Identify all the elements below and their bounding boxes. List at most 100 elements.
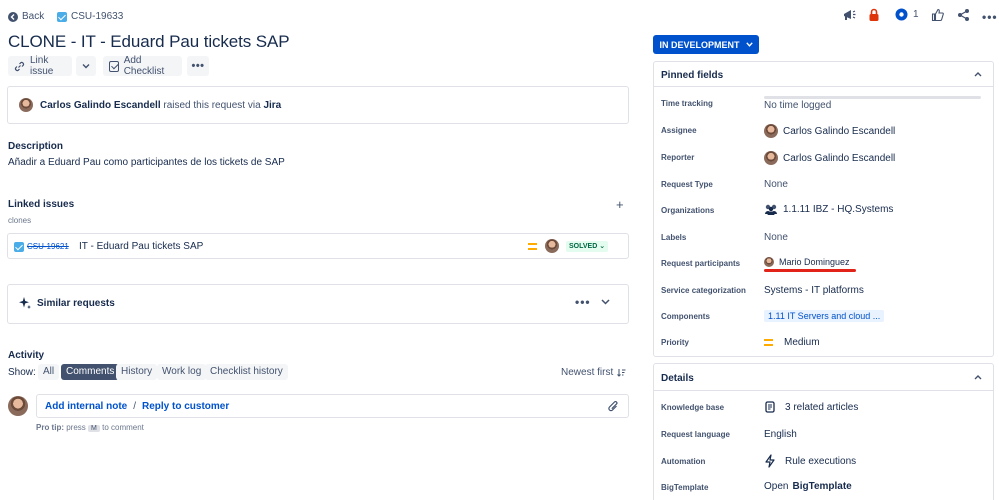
tab-checklist-history[interactable]: Checklist history xyxy=(205,364,288,380)
field-label-request-type: Request Type xyxy=(661,180,713,189)
status-badge[interactable]: SOLVED ⌄ xyxy=(566,241,609,252)
field-label-bigtemplate: BigTemplate xyxy=(661,483,709,492)
details-title: Details xyxy=(661,373,694,384)
issue-key: CSU-19633 xyxy=(71,11,124,22)
field-value-automation[interactable]: Rule executions xyxy=(764,454,856,468)
back-button[interactable]: Back xyxy=(8,11,44,22)
watchers-count: 1 xyxy=(913,9,919,20)
tab-work-log[interactable]: Work log xyxy=(157,364,207,380)
sort-button[interactable]: Newest first xyxy=(561,367,626,378)
link-issue-button[interactable]: Link issue xyxy=(8,55,72,77)
field-value-bigtemplate[interactable]: Open BigTemplate xyxy=(764,481,852,492)
status-transition-button[interactable]: IN DEVELOPMENT xyxy=(653,35,759,54)
chevron-up-icon[interactable] xyxy=(974,72,982,77)
pinned-fields-title: Pinned fields xyxy=(661,70,724,81)
link-relation-label: clones xyxy=(8,216,32,225)
priority-medium-icon xyxy=(528,243,537,250)
tab-all[interactable]: All xyxy=(38,364,60,380)
field-value-reporter[interactable]: Carlos Galindo Escandell xyxy=(764,151,895,165)
add-checklist-button[interactable]: Add Checklist xyxy=(103,55,182,77)
pinned-fields-header[interactable]: Pinned fields xyxy=(654,62,993,87)
more-icon[interactable]: ••• xyxy=(575,295,591,309)
details-panel: Details Knowledge base 3 related article… xyxy=(653,363,994,500)
sort-icon xyxy=(617,368,626,377)
knowledge-base-icon xyxy=(764,401,776,413)
megaphone-icon[interactable] xyxy=(842,8,856,22)
chevron-up-icon[interactable] xyxy=(974,375,982,380)
back-label: Back xyxy=(22,11,45,22)
comment-editor[interactable]: Add internal note / Reply to customer xyxy=(36,394,629,418)
avatar xyxy=(8,396,28,416)
linked-issue-key[interactable]: CSU-19621 xyxy=(27,242,69,251)
reply-to-customer-button[interactable]: Reply to customer xyxy=(142,401,229,412)
field-label-time-tracking: Time tracking xyxy=(661,99,713,108)
similar-requests-label: Similar requests xyxy=(37,298,115,309)
thumbs-up-icon[interactable] xyxy=(931,8,944,22)
time-tracking-bar xyxy=(764,96,981,99)
add-internal-note-button[interactable]: Add internal note xyxy=(45,401,127,412)
field-value-components[interactable]: 1.11 IT Servers and cloud ... xyxy=(764,310,885,322)
avatar xyxy=(19,98,33,112)
field-value-priority[interactable]: Medium xyxy=(764,337,820,348)
field-label-knowledge-base: Knowledge base xyxy=(661,403,725,412)
chevron-down-icon xyxy=(745,42,753,47)
description-heading: Description xyxy=(8,141,64,152)
avatar xyxy=(764,124,778,138)
field-label-organizations: Organizations xyxy=(661,206,715,215)
tab-history[interactable]: History xyxy=(116,364,158,380)
status-label: IN DEVELOPMENT xyxy=(659,39,740,50)
similar-requests-panel[interactable]: Similar requests ••• xyxy=(7,284,629,324)
link-issue-dropdown[interactable] xyxy=(76,56,96,76)
linked-issue-summary[interactable]: IT - Eduard Pau tickets SAP xyxy=(79,241,203,252)
share-icon[interactable] xyxy=(957,8,970,22)
more-icon: ••• xyxy=(191,60,205,72)
eye-icon xyxy=(895,8,908,21)
field-value-organizations[interactable]: 1.1.11 IBZ - HQ.Systems xyxy=(764,204,893,215)
avatar xyxy=(764,151,778,165)
field-label-request-participants: Request participants xyxy=(661,259,741,268)
field-label-components: Components xyxy=(661,312,710,321)
field-value-time-tracking[interactable]: No time logged xyxy=(764,100,831,111)
more-actions-button[interactable]: ••• xyxy=(187,56,209,76)
field-value-labels[interactable]: None xyxy=(764,232,788,243)
priority-medium-icon xyxy=(764,339,773,346)
field-label-priority: Priority xyxy=(661,338,690,347)
more-icon[interactable]: ••• xyxy=(982,10,998,24)
field-value-request-participants[interactable]: Mario Dominguez xyxy=(764,257,850,267)
page-title: CLONE - IT - Eduard Pau tickets SAP xyxy=(8,32,290,51)
link-icon xyxy=(14,61,25,72)
pinned-fields-panel: Pinned fields Time tracking No time logg… xyxy=(653,61,994,357)
lock-icon[interactable] xyxy=(868,8,880,22)
add-checklist-label: Add Checklist xyxy=(123,55,165,77)
raised-via: Jira xyxy=(263,99,282,111)
breadcrumb-issue-key[interactable]: CSU-19633 xyxy=(57,11,123,22)
details-header[interactable]: Details xyxy=(654,364,993,391)
plus-icon[interactable]: + xyxy=(616,197,624,212)
watchers-button[interactable]: 1 xyxy=(895,8,919,21)
requester-name[interactable]: Carlos Galindo Escandell xyxy=(40,100,161,111)
field-value-service-categorization[interactable]: Systems - IT platforms xyxy=(764,285,864,296)
field-value-assignee[interactable]: Carlos Galindo Escandell xyxy=(764,124,895,138)
issue-type-icon xyxy=(14,242,24,252)
lightning-icon xyxy=(764,454,776,468)
field-value-request-language[interactable]: English xyxy=(764,429,797,440)
field-value-request-type[interactable]: None xyxy=(764,179,788,190)
issue-type-icon xyxy=(57,11,67,22)
activity-heading: Activity xyxy=(8,350,45,361)
linked-issues-heading: Linked issues xyxy=(8,199,75,210)
avatar xyxy=(764,257,774,267)
tab-comments[interactable]: Comments xyxy=(61,364,120,380)
description-text[interactable]: Añadir a Eduard Pau como participantes d… xyxy=(8,157,285,168)
linked-issue-row[interactable]: CSU-19621 IT - Eduard Pau tickets SAP SO… xyxy=(7,233,629,259)
paperclip-icon[interactable] xyxy=(608,400,619,413)
raised-text: raised this request via xyxy=(163,99,261,111)
field-label-reporter: Reporter xyxy=(661,153,695,162)
show-label: Show: xyxy=(8,367,36,378)
shortcut-key: M xyxy=(88,425,100,432)
chevron-down-icon[interactable] xyxy=(601,299,610,305)
field-label-assignee: Assignee xyxy=(661,126,697,135)
field-label-labels: Labels xyxy=(661,233,687,242)
field-value-knowledge-base[interactable]: 3 related articles xyxy=(764,401,858,413)
request-origin: Carlos Galindo Escandell raised this req… xyxy=(7,86,629,124)
component-tag[interactable]: 1.11 IT Servers and cloud ... xyxy=(764,310,885,322)
